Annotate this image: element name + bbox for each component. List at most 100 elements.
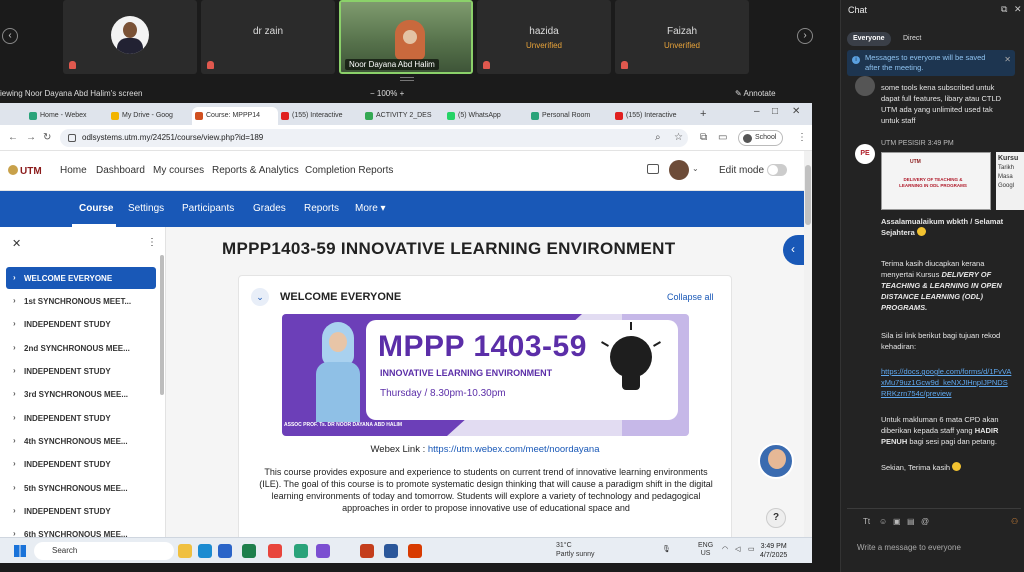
utm-logo[interactable]: UTM (8, 165, 42, 177)
word-icon[interactable] (384, 544, 398, 558)
store-icon[interactable] (218, 544, 232, 558)
index-scrollbar[interactable] (160, 255, 164, 395)
mic-tray-icon[interactable]: 🎙 (662, 545, 671, 553)
messages-icon[interactable] (647, 164, 659, 174)
acrobat-icon[interactable] (408, 544, 422, 558)
index-section[interactable]: › INDEPENDENT STUDY (6, 500, 156, 522)
index-section[interactable]: › WELCOME EVERYONE (6, 267, 156, 289)
teams-icon[interactable] (316, 544, 330, 558)
image-icon[interactable]: ▤ (907, 517, 915, 526)
index-section[interactable]: › 3rd SYNCHRONOUS MEE... (6, 383, 156, 405)
battery-icon[interactable]: ▭ (748, 545, 755, 553)
browser-tab[interactable]: ACTIVITY 2_DES (362, 107, 444, 125)
index-section[interactable]: › INDEPENDENT STUDY (6, 313, 156, 335)
close-index-icon[interactable]: ✕ (12, 237, 21, 250)
tab-everyone[interactable]: Everyone (847, 32, 891, 46)
close-chat-icon[interactable]: ✕ (1014, 4, 1022, 15)
back-icon[interactable]: ← (8, 132, 18, 143)
browser-tab[interactable]: (5) WhatsApp (444, 107, 528, 125)
attendance-form-link[interactable]: https://docs.google.com/forms/d/1FvVAxMu… (881, 366, 1013, 399)
new-tab-icon[interactable]: + (700, 108, 706, 120)
participant-tile-5[interactable]: Faizah Unverified (615, 0, 749, 74)
tab-more[interactable]: More ▾ (355, 203, 386, 214)
index-section[interactable]: › INDEPENDENT STUDY (6, 407, 156, 429)
nav-dashboard[interactable]: Dashboard (96, 165, 145, 176)
taskbar-search[interactable]: Search (34, 542, 174, 560)
browser-tab[interactable]: (155) Interactive (612, 107, 696, 125)
chrome-icon[interactable] (268, 544, 282, 558)
gif-icon[interactable]: ▣ (893, 517, 901, 526)
chevron-down-icon[interactable]: ⌄ (692, 164, 699, 173)
collapse-section-icon[interactable]: ⌄ (251, 288, 269, 306)
wifi-icon[interactable]: ◠ (722, 545, 728, 553)
zoom-control[interactable]: − 100% + (370, 89, 404, 98)
nav-completion-reports[interactable]: Completion Reports (305, 165, 393, 176)
speaker-floating-avatar[interactable] (758, 443, 794, 479)
dismiss-notice-icon[interactable]: ✕ (1004, 55, 1011, 65)
index-section[interactable]: › 1st SYNCHRONOUS MEET... (6, 290, 156, 312)
tab-direct[interactable]: Direct (897, 32, 927, 46)
volume-icon[interactable]: ◁ (735, 545, 740, 553)
sidebar-icon[interactable]: ▭ (718, 132, 727, 143)
open-block-drawer-button[interactable]: ‹ (783, 235, 804, 265)
tab-course[interactable]: Course (79, 203, 113, 214)
user-avatar[interactable] (669, 160, 689, 180)
emoji-icon[interactable]: ☺ (879, 517, 887, 526)
edit-mode-toggle[interactable] (767, 164, 787, 176)
index-section[interactable]: › INDEPENDENT STUDY (6, 453, 156, 475)
close-icon[interactable]: ✕ (792, 106, 800, 117)
profile-button[interactable]: School (738, 130, 784, 146)
nav-reports-analytics[interactable]: Reports & Analytics (212, 165, 299, 176)
browser-tab[interactable]: (155) Interactive (278, 107, 362, 125)
webex-link[interactable]: https://utm.webex.com/meet/noordayana (428, 444, 600, 455)
file-explorer-icon[interactable] (178, 544, 192, 558)
browser-tab[interactable]: Home - Webex (26, 107, 108, 125)
tab-participants[interactable]: Participants (182, 203, 234, 214)
bookmark-star-icon[interactable]: ☆ (674, 132, 683, 143)
powerpoint-icon[interactable] (360, 544, 374, 558)
excel-icon[interactable] (242, 544, 256, 558)
tab-grades[interactable]: Grades (253, 203, 286, 214)
index-section[interactable]: › INDEPENDENT STUDY (6, 360, 156, 382)
index-section[interactable]: › 5th SYNCHRONOUS MEE... (6, 477, 156, 499)
extensions-icon[interactable]: ⧉ (700, 132, 707, 143)
browser-tab[interactable]: My Drive - Goog (108, 107, 192, 125)
annotate-button[interactable]: ✎ Annotate (735, 89, 776, 98)
shared-image[interactable]: UTM DELIVERY OF TEACHING & LEARNING IN O… (881, 152, 991, 210)
browser-tab[interactable]: Personal Room (528, 107, 612, 125)
collapse-all-link[interactable]: Collapse all (667, 292, 714, 302)
zoom-icon[interactable]: ⌕ (655, 132, 661, 143)
browser-tab-active[interactable]: Course: MPPP14 (192, 107, 278, 125)
clock[interactable]: 3:49 PM 4/7/2025 (760, 542, 787, 560)
prev-participants-icon[interactable]: ‹ (2, 28, 18, 44)
participant-tile-active-speaker[interactable]: Noor Dayana Abd Halim (339, 0, 473, 74)
windows-start-icon[interactable] (14, 545, 26, 557)
edge-icon[interactable] (198, 544, 212, 558)
nav-my-courses[interactable]: My courses (153, 165, 204, 176)
format-text-icon[interactable]: Tt (863, 517, 870, 526)
resize-grip-icon[interactable] (400, 77, 414, 81)
mention-icon[interactable]: @ (921, 517, 929, 526)
participant-tile-1[interactable] (63, 0, 197, 74)
page-scrollbar[interactable] (804, 151, 812, 543)
language-indicator[interactable]: ENG US (698, 542, 713, 558)
webex-icon[interactable] (294, 544, 308, 558)
maximize-icon[interactable]: □ (772, 106, 778, 117)
index-menu-icon[interactable]: ⋮ (147, 237, 157, 248)
site-info-icon[interactable] (68, 134, 76, 142)
url-input[interactable]: odlsystems.utm.my/24251/course/view.php?… (60, 129, 688, 147)
help-icon[interactable]: ? (766, 508, 786, 528)
forward-icon[interactable]: → (26, 132, 36, 143)
participant-tile-2[interactable]: dr zain (201, 0, 335, 74)
next-participants-icon[interactable]: › (797, 28, 813, 44)
browser-menu-icon[interactable]: ⋮ (797, 132, 807, 143)
reload-icon[interactable]: ↻ (43, 132, 51, 143)
participants-icon[interactable]: ⚇ (1011, 517, 1018, 526)
tab-reports[interactable]: Reports (304, 203, 339, 214)
chat-input[interactable]: Write a message to everyone (857, 543, 961, 552)
participant-tile-4[interactable]: hazida Unverified (477, 0, 611, 74)
tab-settings[interactable]: Settings (128, 203, 164, 214)
weather-widget[interactable]: 31°C Partly sunny (556, 541, 595, 559)
minimize-icon[interactable]: – (754, 106, 760, 117)
index-section[interactable]: › 2nd SYNCHRONOUS MEE... (6, 337, 156, 359)
